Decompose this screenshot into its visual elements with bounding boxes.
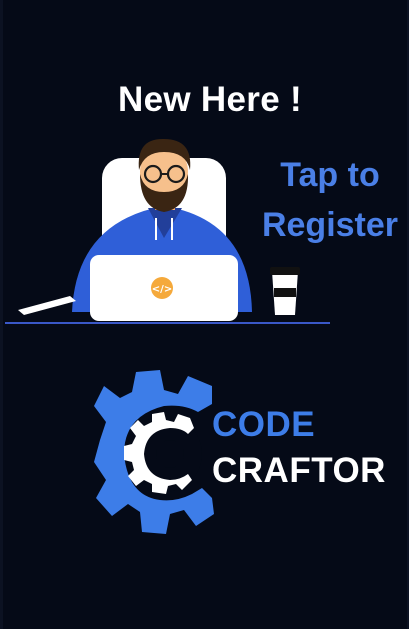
gear-c-logo-icon xyxy=(94,370,214,534)
code-craftor-logo: CODE CRAFTOR xyxy=(88,362,388,542)
register-line-2: Register xyxy=(261,206,399,244)
phone xyxy=(18,296,76,315)
brand-word-craftor: CRAFTOR xyxy=(212,451,386,490)
register-line-1: Tap to xyxy=(280,156,380,194)
new-here-heading: New Here ! xyxy=(118,80,302,119)
register-screen: New Here ! </> Tap to Register CODE CRAF… xyxy=(0,0,409,629)
tap-to-register-link[interactable]: Tap to Register xyxy=(254,150,406,250)
brand-word-code: CODE xyxy=(212,405,316,444)
svg-text:</>: </> xyxy=(152,284,172,295)
